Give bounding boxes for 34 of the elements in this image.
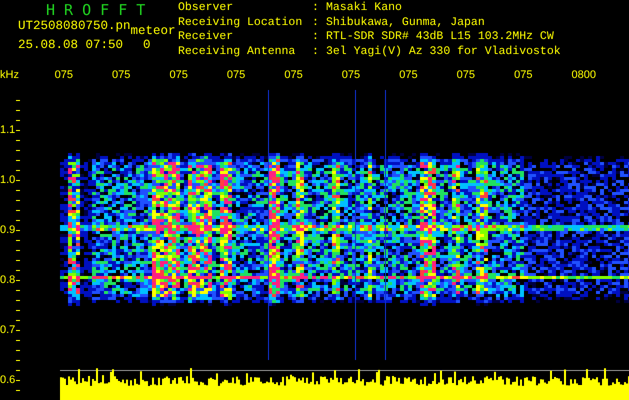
separator: : — [312, 2, 320, 16]
info-value: Shibukawa, Gunma, Japan — [326, 16, 486, 30]
frequency-label: 0.8 — [0, 274, 16, 286]
info-value: RTL-SDR SDR# 43dB L15 103.2MHz CW — [326, 31, 555, 45]
time-label: 075 — [169, 69, 188, 81]
time-label: 075 — [456, 69, 475, 81]
date-time: 25.08.08 07:50 — [18, 38, 124, 52]
separator: : — [312, 46, 320, 60]
frequency-label: 1.0 — [0, 174, 16, 186]
frequency-label: 0.6 — [0, 374, 16, 386]
time-label: 075 — [226, 69, 246, 81]
frequency-label: 0.9 — [0, 224, 16, 236]
info-label: Observer — [178, 2, 234, 16]
frequency-label: 1.1 — [0, 124, 16, 136]
time-label: 075 — [112, 69, 130, 81]
count-label: 0 — [143, 38, 151, 52]
info-label: Receiver — [178, 31, 234, 45]
separator: : — [312, 31, 320, 45]
mode-label: meteor — [130, 23, 176, 38]
info-value: 3el Yagi(V) Az 330 for Vladivostok — [326, 46, 561, 60]
time-label: 075 — [399, 69, 418, 81]
file-name: UT2508080750.pn — [18, 19, 131, 33]
frequency-label: 0.7 — [0, 324, 16, 336]
time-label: 075 — [342, 69, 360, 81]
time-label: 075 — [54, 69, 73, 81]
separator: : — [312, 16, 320, 30]
info-label: Receiving Antenna — [178, 46, 296, 60]
time-label: 075 — [284, 69, 303, 81]
time-label: 075 — [514, 69, 532, 81]
time-label: 0800 — [572, 69, 596, 81]
info-label: Receiving Location — [178, 16, 304, 30]
unit-label: kHz — [0, 69, 19, 81]
info-value: Masaki Kano — [326, 2, 403, 16]
app-title: H R O F F T — [45, 0, 146, 19]
